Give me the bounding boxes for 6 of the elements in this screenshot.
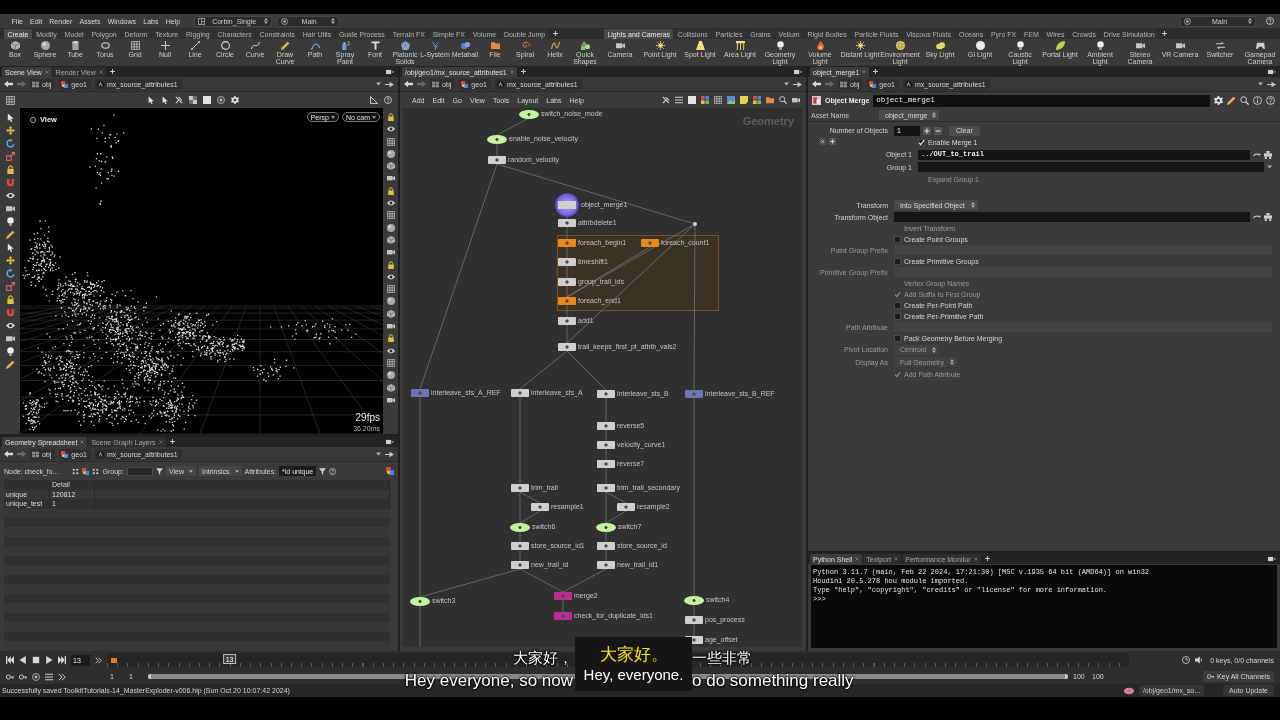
subtitle-chinese: 一些非常 [692, 650, 752, 667]
subtitle-english: o do something really [692, 672, 854, 691]
subtitle-chinese: 大家好， [513, 650, 573, 667]
subtitle-english: Hey, everyone. [583, 667, 684, 682]
fps-readout: 29fps [355, 413, 380, 423]
subtitle-english: Hey everyone, so now [404, 672, 573, 691]
